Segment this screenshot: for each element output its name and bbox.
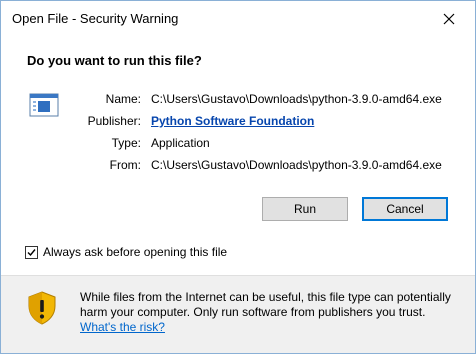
type-label: Type: [111,136,141,150]
name-value: C:\Users\Gustavo\Downloads\python-3.9.0-… [151,92,442,106]
whats-the-risk-link[interactable]: What's the risk? [80,320,165,334]
publisher-link[interactable]: Python Software Foundation [151,114,314,128]
footer-divider [1,275,475,276]
always-ask-checkbox-row[interactable]: Always ask before opening this file [25,244,227,260]
close-button[interactable] [429,4,469,34]
cancel-button[interactable]: Cancel [362,197,448,221]
security-shield-icon [28,291,56,325]
warning-message: While files from the Internet can be use… [80,290,451,319]
application-file-icon [29,93,59,117]
from-label: From: [109,158,141,172]
security-warning-dialog: Open File - Security Warning Do you want… [0,0,476,354]
run-button[interactable]: Run [262,197,348,221]
publisher-label: Publisher: [87,114,141,128]
from-value: C:\Users\Gustavo\Downloads\python-3.9.0-… [151,158,442,172]
window-title: Open File - Security Warning [12,11,179,26]
name-label: Name: [105,92,141,106]
close-icon [443,13,455,25]
checkmark-icon [27,248,36,256]
dialog-content: Do you want to run this file? Name: C:\U… [1,37,475,275]
title-bar[interactable]: Open File - Security Warning [1,1,475,37]
always-ask-checkbox[interactable] [25,245,38,259]
always-ask-label[interactable]: Always ask before opening this file [43,245,227,259]
type-value: Application [151,136,210,150]
dialog-question: Do you want to run this file? [27,53,202,68]
